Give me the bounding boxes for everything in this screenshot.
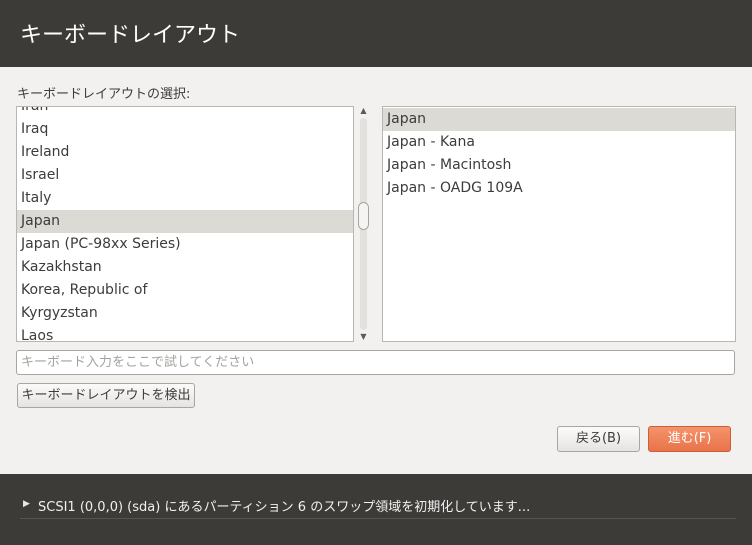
scroll-up-icon[interactable]: ▲ [357, 106, 370, 116]
back-button[interactable]: 戻る(B) [557, 426, 640, 452]
layout-list-item[interactable]: Korea, Republic of [17, 279, 353, 302]
footer-divider [20, 518, 736, 519]
variant-list-item[interactable]: Japan - Kana [383, 131, 735, 154]
variant-list[interactable]: Japan Japan - Kana Japan - Macintosh Japan … [382, 106, 736, 342]
layout-list-item[interactable]: Kyrgyzstan [17, 302, 353, 325]
page-title: キーボードレイアウト [20, 23, 241, 48]
layout-section-label: キーボードレイアウトの選択: [17, 87, 191, 102]
layout-list-item[interactable]: Israel [17, 164, 353, 187]
variant-list-rows: Japan Japan - Kana Japan - Macintosh Japan … [383, 108, 735, 200]
layout-list-item[interactable]: Laos [17, 325, 353, 341]
layout-list[interactable]: Iran Iraq Ireland Israel Italy Japan Japan (PC… [16, 106, 354, 342]
variant-list-item[interactable]: Japan - OADG 109A [383, 177, 735, 200]
layout-list-item[interactable]: Iraq [17, 118, 353, 141]
layout-list-item[interactable]: Kazakhstan [17, 256, 353, 279]
layout-list-rows: Iran Iraq Ireland Israel Italy Japan Japan (PC… [17, 107, 353, 341]
scroll-down-icon[interactable]: ▼ [357, 332, 370, 342]
progress-footer: ▶ SCSI1 (0,0,0) (sda) にあるパーティション 6 のスワップ… [0, 474, 752, 545]
forward-button[interactable]: 進む(F) [648, 426, 731, 452]
layout-list-item[interactable]: Ireland [17, 141, 353, 164]
layout-list-item[interactable]: Iran [17, 107, 353, 118]
keyboard-test-input[interactable] [16, 350, 735, 375]
scroll-thumb[interactable] [358, 202, 369, 230]
layout-list-item[interactable]: Japan (PC-98xx Series) [17, 233, 353, 256]
window-header: キーボードレイアウト [0, 0, 752, 67]
layout-list-item[interactable]: Japan [17, 210, 353, 233]
layout-list-scrollbar[interactable]: ▲ ▼ [357, 106, 370, 342]
variant-list-item[interactable]: Japan - Macintosh [383, 154, 735, 177]
expand-arrow-icon[interactable]: ▶ [23, 499, 30, 509]
layout-list-item[interactable]: Italy [17, 187, 353, 210]
variant-list-item[interactable]: Japan [383, 108, 735, 131]
detect-layout-button[interactable]: キーボードレイアウトを検出 [17, 383, 195, 408]
progress-status-text: SCSI1 (0,0,0) (sda) にあるパーティション 6 のスワップ領域… [38, 500, 531, 515]
